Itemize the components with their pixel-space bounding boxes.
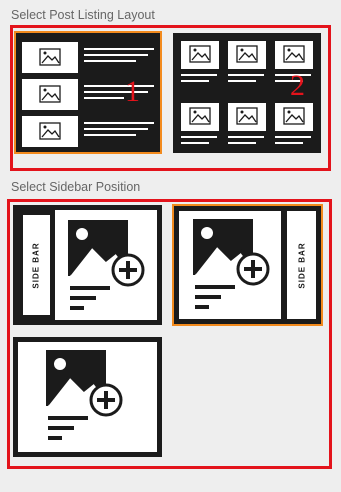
image-placeholder-icon [39,85,61,103]
grid-thumb [275,103,313,131]
grid-text-line [228,80,256,82]
listing-section-title: Select Post Listing Layout [11,8,155,22]
list-thumb-3 [22,116,78,147]
list-text-line [84,134,136,136]
option-marker-2: 2 [290,69,305,102]
list-text-line [84,60,136,62]
list-text-line [84,48,154,50]
sidebar-block: SIDE BAR [23,215,50,315]
grid-text-line [181,74,217,76]
add-image-icon [46,350,123,440]
grid-thumb [275,41,313,69]
grid-thumb [181,103,219,131]
sidebar-strip: SIDE BAR [18,210,55,320]
sidebar-option-none[interactable] [13,337,162,457]
image-placeholder-icon [39,48,61,66]
image-placeholder-icon [236,107,258,125]
grid-text-line [275,136,311,138]
image-placeholder-icon [283,107,305,125]
add-image-icon [68,220,145,310]
image-placeholder-icon [189,107,211,125]
listing-option-grid[interactable]: 2 [173,33,321,153]
list-thumb-2 [22,79,78,110]
image-placeholder-icon [236,45,258,63]
sidebar-block: SIDE BAR [289,211,316,319]
sidebar-option-right[interactable]: SIDE BAR [172,204,323,326]
divider [281,206,287,324]
sidebar-option-left[interactable]: SIDE BAR [13,205,162,325]
image-placeholder-icon [189,45,211,63]
grid-thumb [228,103,266,131]
grid-text-line [228,74,264,76]
image-placeholder-icon [283,45,305,63]
list-text-line [84,54,148,56]
grid-text-line [228,142,256,144]
grid-text-line [181,142,209,144]
option-marker-1: 1 [125,75,140,108]
grid-text-line [181,136,217,138]
sidebar-label: SIDE BAR [298,241,308,289]
sidebar-label: SIDE BAR [32,241,42,289]
grid-thumb [181,41,219,69]
grid-text-line [181,80,209,82]
sidebar-section-title: Select Sidebar Position [11,180,141,194]
grid-thumb [228,41,266,69]
listing-option-list[interactable]: 1 [14,31,162,154]
grid-text-line [275,142,303,144]
list-thumb-1 [22,42,78,73]
list-text-line [84,97,124,99]
grid-text-line [228,136,264,138]
list-text-line [84,85,154,87]
list-text-line [84,128,148,130]
image-placeholder-icon [39,122,61,140]
list-text-line [84,122,154,124]
content-area: SIDE BAR [179,206,316,324]
add-image-icon [193,219,270,309]
